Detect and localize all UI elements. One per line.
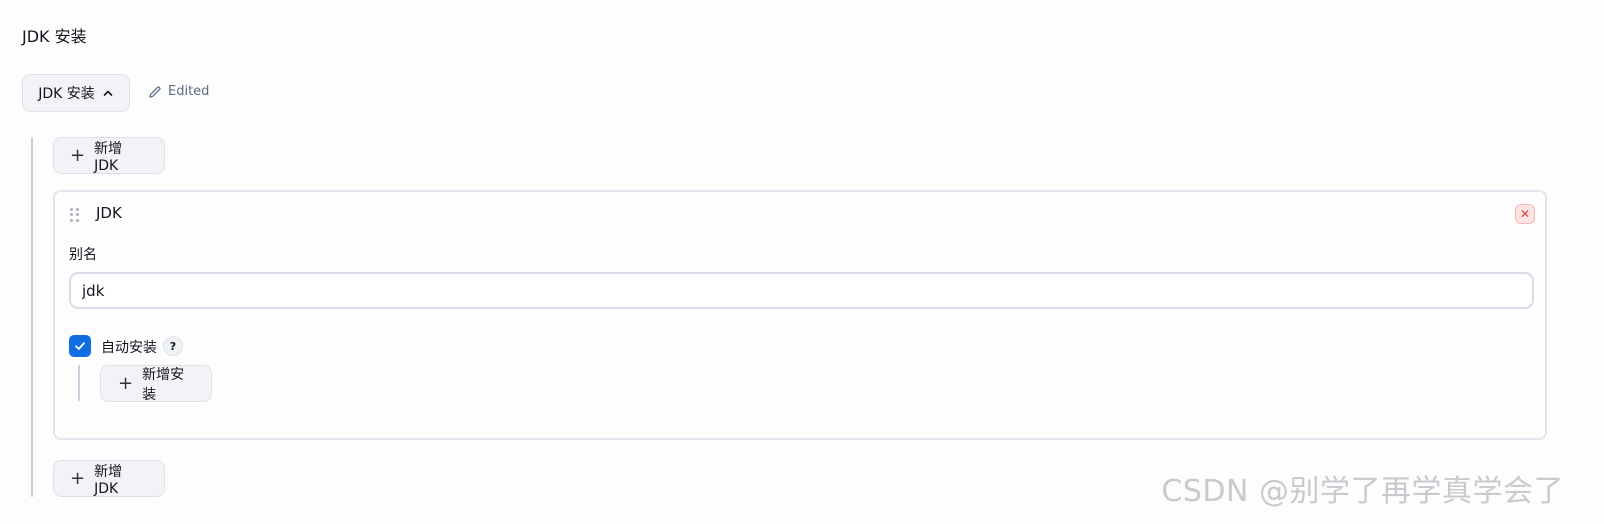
edited-status: Edited — [148, 84, 209, 99]
help-icon[interactable]: ? — [163, 336, 183, 356]
jdk-install-toggle-button[interactable]: JDK 安装 — [22, 74, 130, 112]
add-jdk-button-bottom[interactable]: + 新增 JDK — [53, 460, 165, 497]
add-jdk-label: 新增 JDK — [94, 140, 123, 174]
plus-icon: + — [70, 467, 86, 489]
add-installer-button[interactable]: + 新增安装 — [100, 365, 212, 403]
edited-label: Edited — [168, 84, 210, 99]
install-rail — [78, 365, 80, 401]
auto-install-label: 自动安装 — [101, 340, 157, 356]
add-jdk-label: 新增 JDK — [94, 463, 123, 497]
section-title: JDK 安装 — [22, 27, 87, 46]
section-rail — [31, 137, 33, 497]
alias-label: 别名 — [69, 247, 97, 263]
plus-icon: + — [70, 144, 86, 166]
drag-handle-icon[interactable] — [70, 208, 80, 222]
pencil-icon — [149, 85, 161, 98]
watermark: CSDN @别学了再学真学会了 — [1161, 474, 1564, 509]
jdk-card: JDK ✕ 别名 自动安装 ? + 新增安装 — [53, 190, 1547, 440]
alias-input[interactable] — [69, 272, 1534, 309]
auto-install-checkbox[interactable] — [69, 335, 91, 357]
chevron-up-icon — [103, 90, 113, 96]
plus-icon: + — [118, 372, 134, 394]
add-installer-label: 新增安装 — [142, 366, 185, 403]
remove-jdk-button[interactable]: ✕ — [1515, 204, 1535, 224]
checkmark-icon — [75, 342, 85, 350]
toggle-label: JDK 安装 — [38, 86, 95, 102]
card-title: JDK — [96, 204, 122, 222]
add-jdk-button-top[interactable]: + 新增 JDK — [53, 137, 165, 174]
